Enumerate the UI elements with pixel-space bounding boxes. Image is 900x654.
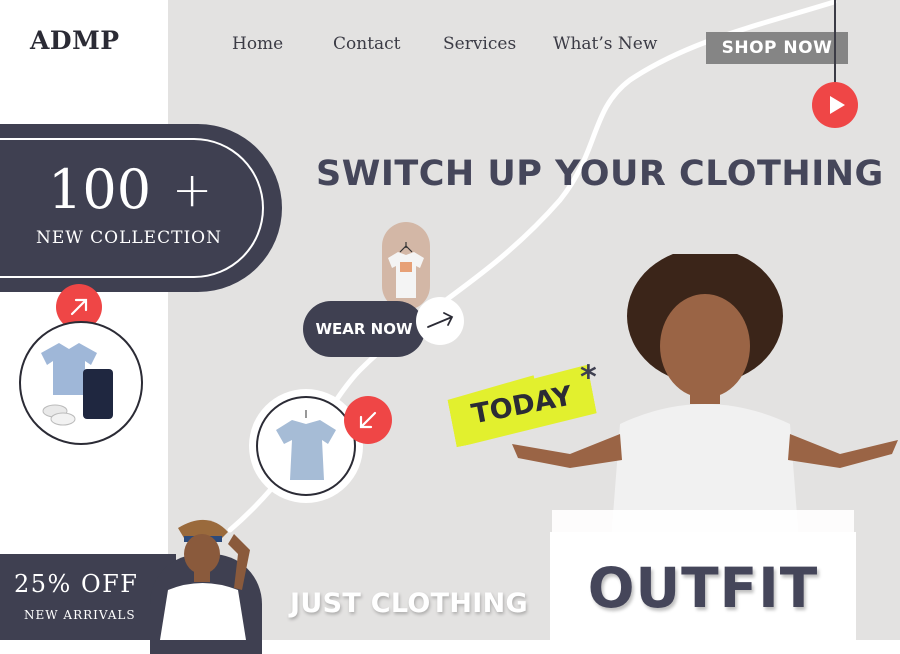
arrow-down-left-icon[interactable] [344, 396, 392, 444]
tagline: JUST CLOTHING [290, 588, 528, 619]
hero-headline: SWITCH UP YOUR CLOTHING [316, 154, 884, 194]
model-man-image [160, 519, 250, 640]
nav-home[interactable]: Home [232, 34, 283, 54]
shirt-thumbnail-frame [256, 396, 356, 496]
promo-subtitle: NEW ARRIVALS [24, 608, 136, 622]
shop-now-button[interactable]: SHOP NOW [706, 32, 848, 64]
wear-now-button[interactable]: WEAR NOW [303, 301, 425, 357]
nav-contact[interactable]: Contact [333, 34, 401, 54]
brand-logo[interactable]: ADMP [30, 26, 120, 55]
play-connector-line [834, 0, 836, 88]
tshirt-jeans-image [41, 343, 113, 426]
nav-services[interactable]: Services [443, 34, 516, 54]
nav-whats-new[interactable]: What’s New [553, 34, 657, 54]
today-asterisk: * [580, 358, 597, 396]
promo-discount: 25% OFF [14, 570, 139, 598]
collection-plus: + [172, 162, 213, 218]
arrow-right-icon[interactable] [416, 297, 464, 345]
collection-count: 100 [48, 158, 152, 221]
outfit-thumbnail[interactable] [19, 321, 143, 445]
blue-tshirt-image [276, 410, 336, 480]
collection-label: NEW COLLECTION [36, 228, 222, 248]
play-icon[interactable] [812, 82, 858, 128]
outfit-label: OUTFIT [587, 556, 819, 620]
